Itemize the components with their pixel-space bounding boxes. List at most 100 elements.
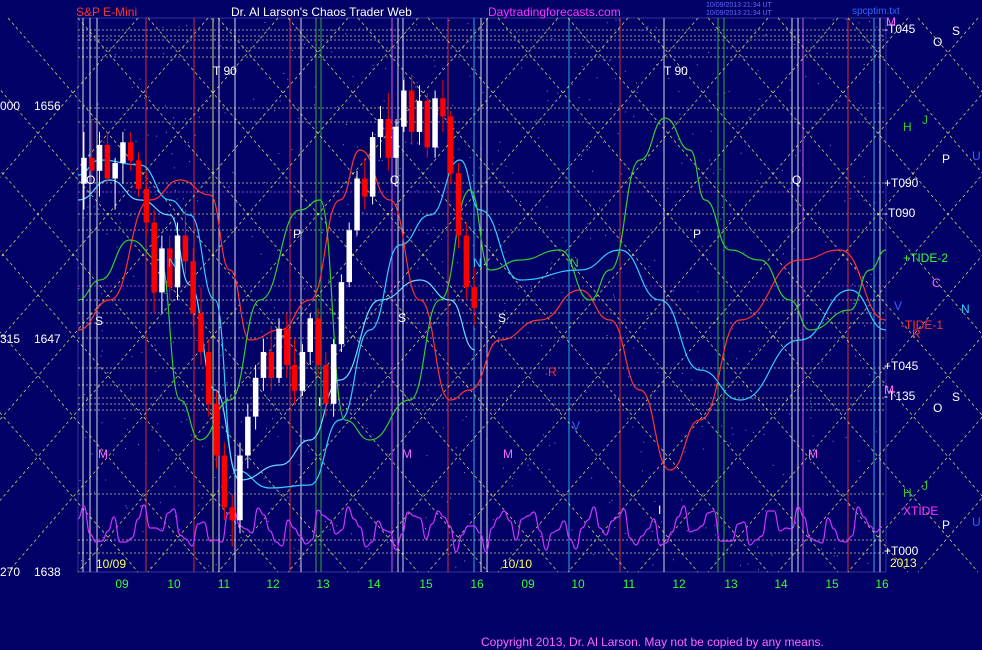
stipple-dot — [198, 110, 199, 112]
price-bar-body — [354, 178, 360, 231]
stipple-dot — [714, 524, 716, 526]
stipple-dot — [869, 20, 870, 22]
stipple-dot — [159, 502, 161, 504]
stipple-dot — [441, 68, 443, 69]
stipple-dot — [385, 68, 387, 70]
stipple-dot — [832, 440, 834, 442]
price-bar-body — [401, 90, 407, 127]
stipple-dot — [810, 400, 811, 402]
stipple-dot — [582, 65, 584, 67]
stipple-dot — [562, 124, 564, 126]
stipple-dot — [592, 170, 594, 172]
stipple-dot — [743, 251, 745, 253]
stipple-dot — [710, 130, 712, 132]
stipple-dot — [828, 230, 830, 232]
stipple-dot — [571, 84, 573, 85]
stipple-dot — [92, 119, 94, 121]
stipple-dot — [347, 203, 349, 205]
stipple-dot — [720, 219, 722, 220]
stipple-dot — [383, 100, 385, 102]
stipple-dot — [538, 201, 540, 203]
stipple-dot — [168, 210, 170, 212]
stipple-dot — [557, 92, 559, 94]
stipple-dot — [514, 520, 516, 521]
stipple-dot — [160, 528, 162, 530]
price-bar-body — [245, 416, 251, 456]
price-bar-body — [471, 287, 477, 308]
stipple-dot — [632, 426, 634, 428]
price-bar-body — [135, 160, 142, 189]
stipple-dot — [833, 548, 835, 550]
stipple-dot — [231, 377, 233, 379]
stipple-dot — [436, 322, 437, 324]
stipple-dot — [124, 418, 126, 420]
stipple-dot — [432, 482, 434, 484]
stipple-dot — [442, 261, 444, 263]
stipple-dot — [214, 38, 216, 40]
stipple-dot — [333, 192, 335, 194]
stipple-dot — [165, 131, 167, 133]
stipple-dot — [232, 172, 234, 173]
site-link[interactable]: Daytradingforecasts.com — [488, 5, 621, 19]
stipple-dot — [427, 233, 429, 235]
stipple-dot — [187, 142, 189, 143]
stipple-dot — [701, 184, 703, 186]
stipple-dot — [672, 559, 674, 561]
stipple-dot — [757, 546, 758, 548]
stipple-dot — [511, 485, 513, 487]
stipple-dot — [561, 292, 563, 293]
stipple-dot — [598, 207, 600, 209]
stipple-dot — [795, 208, 797, 210]
stipple-dot — [178, 26, 180, 28]
stipple-dot — [287, 78, 289, 80]
stipple-dot — [681, 162, 683, 164]
stipple-dot — [858, 22, 860, 24]
stipple-dot — [729, 443, 731, 445]
planet-label: H — [903, 120, 912, 134]
stipple-dot — [79, 480, 81, 482]
stipple-dot — [229, 535, 231, 536]
stipple-dot — [684, 451, 686, 453]
stipple-dot — [757, 70, 759, 72]
stipple-dot — [678, 91, 680, 92]
planet-label: N — [961, 302, 970, 316]
stipple-dot — [876, 431, 877, 433]
stipple-dot — [451, 104, 453, 106]
stipple-dot — [636, 82, 637, 84]
stipple-dot — [371, 358, 373, 360]
stipple-dot — [877, 103, 879, 104]
stipple-dot — [606, 22, 608, 24]
stipple-dot — [148, 96, 150, 98]
stipple-dot — [268, 521, 270, 522]
stipple-dot — [575, 52, 577, 54]
stipple-dot — [789, 89, 791, 91]
stipple-dot — [587, 223, 589, 225]
stipple-dot — [390, 28, 392, 30]
stipple-dot — [833, 555, 835, 557]
planet-label: M — [884, 383, 894, 397]
stipple-dot — [98, 208, 99, 210]
stipple-dot — [805, 76, 807, 78]
stipple-dot — [789, 413, 791, 415]
stipple-dot — [705, 527, 707, 529]
stipple-dot — [498, 224, 500, 226]
stipple-dot — [740, 152, 742, 154]
stipple-dot — [794, 543, 796, 545]
stipple-dot — [722, 207, 723, 208]
x-axis-tick-label: 10 — [167, 577, 181, 591]
stipple-dot — [565, 240, 567, 242]
planet-label: H — [903, 486, 912, 500]
stipple-dot — [184, 410, 186, 412]
stipple-dot — [336, 525, 338, 527]
stipple-dot — [709, 159, 711, 161]
stipple-dot — [491, 163, 493, 165]
stipple-dot — [529, 469, 531, 471]
stipple-dot — [615, 19, 617, 21]
stipple-dot — [713, 172, 714, 174]
stipple-dot — [732, 433, 734, 435]
symbol-label: S&P E-Mini — [76, 5, 137, 19]
stipple-dot — [580, 159, 582, 160]
stipple-dot — [695, 212, 696, 214]
stipple-dot — [211, 18, 212, 20]
stipple-dot — [670, 534, 672, 536]
